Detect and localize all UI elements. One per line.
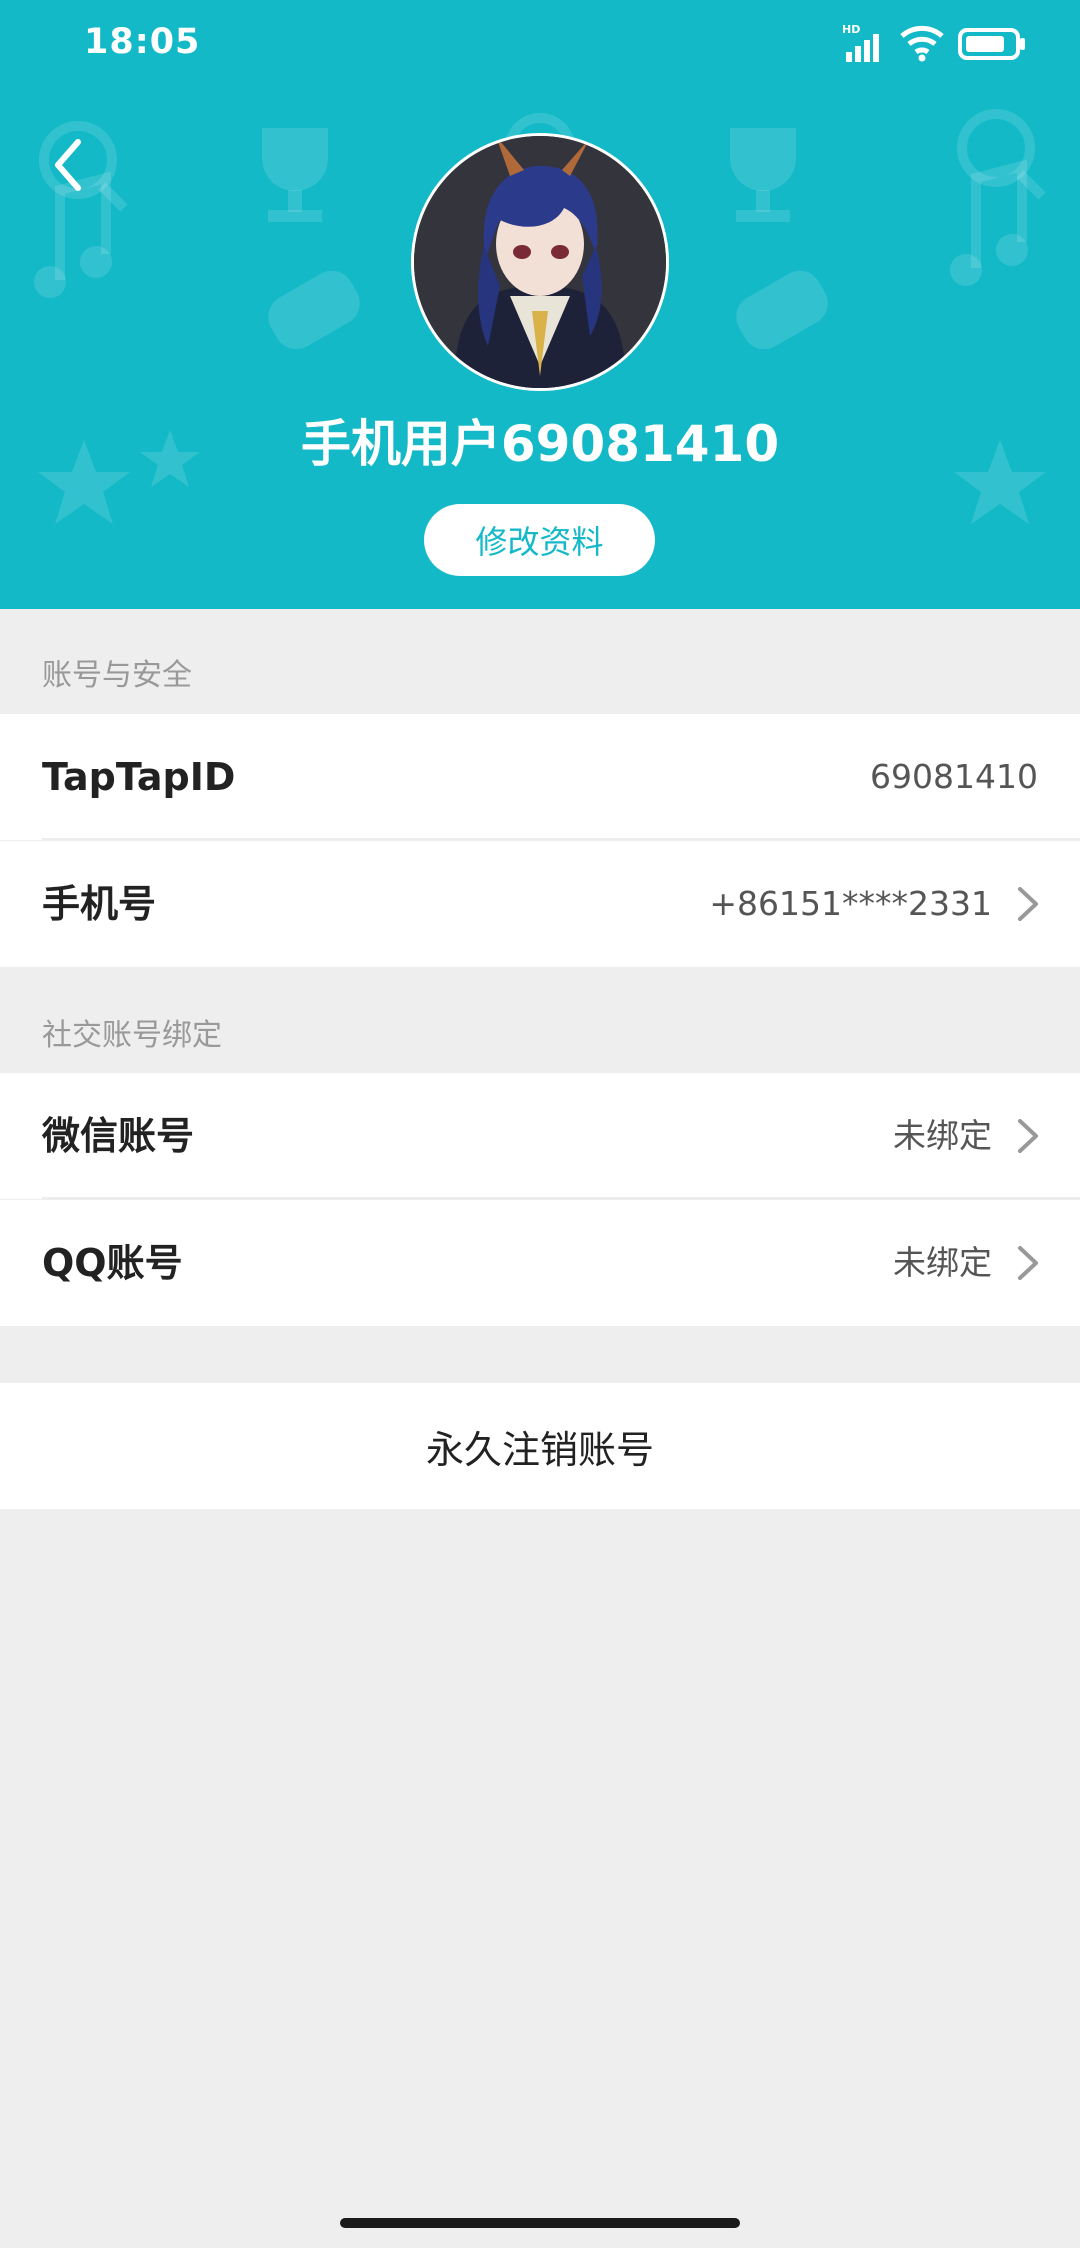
- row-title: 手机号: [42, 882, 157, 926]
- chevron-right-icon: [1018, 1119, 1038, 1153]
- back-button[interactable]: [36, 130, 100, 200]
- row-qq-account[interactable]: QQ账号 未绑定: [0, 1200, 1080, 1326]
- network-type-label: HD: [842, 23, 860, 36]
- username: 手机用户69081410: [300, 415, 780, 473]
- row-taptap-id: TapTapID 69081410: [0, 714, 1080, 840]
- row-title: QQ账号: [42, 1241, 183, 1285]
- row-value: 未绑定: [893, 1116, 992, 1155]
- chevron-right-icon: [1018, 1246, 1038, 1280]
- avatar-image: [414, 136, 666, 388]
- divider: [42, 838, 1080, 840]
- chevron-right-icon: [1018, 887, 1038, 921]
- row-phone-number[interactable]: 手机号 +86151****2331: [0, 841, 1080, 967]
- back-arrow-icon: [55, 139, 81, 191]
- row-title: TapTapID: [42, 755, 236, 799]
- status-time: 18:05: [84, 22, 201, 62]
- row-title: 微信账号: [42, 1114, 195, 1158]
- section-label-account-security: 账号与安全: [42, 658, 192, 693]
- section-label-social-binding: 社交账号绑定: [42, 1018, 222, 1053]
- delete-account-button[interactable]: 永久注销账号: [0, 1383, 1080, 1509]
- status-icons: HD: [842, 22, 1042, 64]
- row-value: 69081410: [870, 757, 1038, 796]
- avatar[interactable]: [411, 133, 669, 391]
- edit-profile-button[interactable]: 修改资料: [424, 504, 655, 576]
- row-value: 未绑定: [893, 1243, 992, 1282]
- wifi-icon: [900, 25, 944, 62]
- home-indicator[interactable]: [340, 2218, 740, 2228]
- profile-header: 18:05 HD 手机用户69081410 修改资料: [0, 0, 1080, 609]
- status-bar: 18:05 HD: [0, 0, 1080, 90]
- row-value: +86151****2331: [709, 884, 992, 923]
- divider: [42, 1197, 1080, 1199]
- battery-icon: [958, 28, 1025, 60]
- signal-icon: HD: [842, 23, 879, 62]
- row-wechat-account[interactable]: 微信账号 未绑定: [0, 1073, 1080, 1199]
